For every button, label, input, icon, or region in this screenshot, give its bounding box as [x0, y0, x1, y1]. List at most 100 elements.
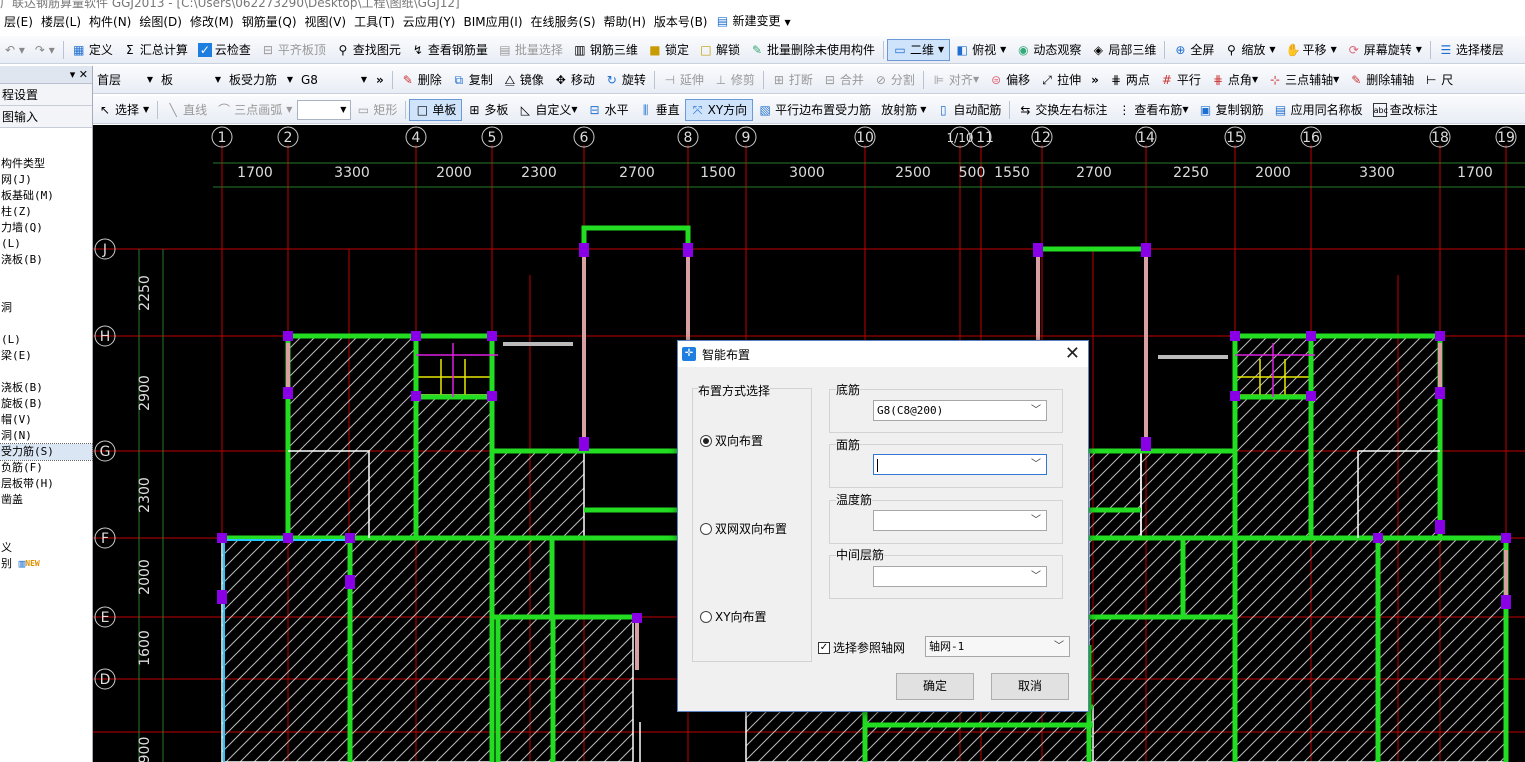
- split-button[interactable]: ⊘ 分割: [869, 69, 920, 91]
- parallel-axis-button[interactable]: # 平行: [1155, 69, 1206, 91]
- ok-button[interactable]: 确定: [896, 673, 974, 700]
- break-button[interactable]: ⊞ 打断: [767, 69, 818, 91]
- vertical-button[interactable]: ⫼ 垂直: [634, 99, 685, 121]
- local-3d-button[interactable]: ◈ 局部三维: [1086, 39, 1161, 61]
- type-dropdown[interactable]: 板受力筋 ▼: [225, 70, 297, 90]
- tree-item[interactable]: 构件类型: [0, 156, 92, 172]
- tree-item[interactable]: 凿盖: [0, 492, 92, 508]
- stretch-button[interactable]: ⤢ 拉伸: [1035, 69, 1086, 91]
- dimension-button[interactable]: ⊢ 尺: [1419, 69, 1458, 91]
- edit-labels-button[interactable]: abc 查改标注: [1368, 99, 1443, 121]
- xy-direction-button[interactable]: ⤧ XY方向: [684, 98, 754, 121]
- unlock-button[interactable]: □ 解锁: [694, 39, 745, 61]
- define-button[interactable]: ▦ 定义: [67, 39, 118, 61]
- tree-item[interactable]: 板基础(M): [0, 188, 92, 204]
- top-view-dropdown[interactable]: ◧ 俯视 ▼: [950, 39, 1011, 61]
- point-angle-dropdown[interactable]: ⋕ 点角 ▼: [1206, 69, 1263, 91]
- more-button[interactable]: »: [371, 69, 389, 91]
- tree-item[interactable]: [0, 364, 92, 380]
- menu-rebar-quantity[interactable]: 钢筋量(Q): [238, 10, 301, 34]
- align-slab-top-button[interactable]: ⊟ 平齐板顶: [256, 39, 331, 61]
- undo-button[interactable]: ↶ ▾: [0, 39, 30, 61]
- category-dropdown[interactable]: 板 ▼: [157, 70, 225, 90]
- summary-calc-button[interactable]: Σ 汇总计算: [118, 39, 193, 61]
- close-icon[interactable]: ✕: [1065, 343, 1080, 365]
- tab-project-settings[interactable]: 程设置: [0, 84, 92, 106]
- tree-item[interactable]: 梁(E): [0, 348, 92, 364]
- menu-version[interactable]: 版本号(B): [650, 10, 712, 34]
- view-2d-dropdown[interactable]: ▭ 二维 ▼: [886, 38, 951, 61]
- move-button[interactable]: ✥ 移动: [549, 69, 600, 91]
- menu-modify[interactable]: 修改(M): [186, 10, 238, 34]
- custom-dropdown[interactable]: ◺ 自定义 ▼: [513, 99, 582, 121]
- parallel-edge-rebar-button[interactable]: ▧ 平行边布置受力筋: [753, 99, 876, 121]
- tree-item[interactable]: 力墙(Q): [0, 220, 92, 236]
- tree-item[interactable]: 洞(N): [0, 428, 92, 444]
- menu-help[interactable]: 帮助(H): [600, 10, 650, 34]
- tree-item[interactable]: 浇板(B): [0, 252, 92, 268]
- redo-button[interactable]: ↷ ▾: [30, 39, 60, 61]
- zoom-dropdown[interactable]: ⚲ 缩放 ▼: [1219, 39, 1280, 61]
- menu-edit[interactable]: 层(E): [0, 10, 37, 34]
- two-point-axis-button[interactable]: ⋕ 两点: [1104, 69, 1155, 91]
- tree-item-slab-rebar[interactable]: 受力筋(S): [0, 443, 93, 461]
- cancel-button[interactable]: 取消: [991, 673, 1069, 700]
- rectangle-button[interactable]: ▭ 矩形: [351, 99, 402, 121]
- line-button[interactable]: ╲ 直线: [161, 99, 212, 121]
- tree-item[interactable]: 旋板(B): [0, 396, 92, 412]
- bottom-rebar-combo[interactable]: G8(C8@200) ﹀: [873, 400, 1047, 421]
- menu-online[interactable]: 在线服务(S): [527, 10, 600, 34]
- radio-double-net[interactable]: 双网双向布置: [700, 520, 787, 537]
- view-rebar-quantity-button[interactable]: ↯ 查看钢筋量: [406, 39, 493, 61]
- copy-rebar-button[interactable]: ▣ 复制钢筋: [1194, 99, 1269, 121]
- auto-rebar-button[interactable]: ▯ 自动配筋: [931, 99, 1006, 121]
- tree-item[interactable]: [0, 284, 92, 300]
- fullscreen-button[interactable]: ⊕ 全屏: [1168, 39, 1219, 61]
- extend-button[interactable]: ⊣ 延伸: [658, 69, 709, 91]
- tree-item[interactable]: (L): [0, 332, 92, 348]
- floor-dropdown[interactable]: 首层 ▼: [93, 70, 157, 90]
- tree-item[interactable]: 洞: [0, 300, 92, 316]
- tree-item[interactable]: [0, 316, 92, 332]
- delete-axis-button[interactable]: ✎ 删除辅轴: [1344, 69, 1419, 91]
- screen-rotate-dropdown[interactable]: ⟳ 屏幕旋转 ▼: [1342, 39, 1427, 61]
- view-rebar-dropdown[interactable]: ⋮ 查看布筋 ▼: [1112, 99, 1193, 121]
- top-rebar-combo[interactable]: ﹀: [873, 454, 1047, 475]
- menu-tools[interactable]: 工具(T): [350, 10, 399, 34]
- select-dropdown[interactable]: ↖ 选择 ▼: [93, 99, 154, 121]
- batch-delete-unused-button[interactable]: ✎ 批量删除未使用构件: [745, 39, 880, 61]
- dynamic-observe-button[interactable]: ◉ 动态观察: [1011, 39, 1086, 61]
- find-element-button[interactable]: ⚲ 查找图元: [331, 39, 406, 61]
- tree-item[interactable]: 网(J): [0, 172, 92, 188]
- menu-cloud[interactable]: 云应用(Y): [399, 10, 460, 34]
- menu-new-change[interactable]: ▤ 新建变更 ▼: [712, 10, 795, 34]
- multi-slab-button[interactable]: ⊞ 多板: [462, 99, 513, 121]
- rebar-3d-button[interactable]: ▥ 钢筋三维: [568, 39, 643, 61]
- ref-axis-checkbox[interactable]: ✓ 选择参照轴网: [818, 639, 905, 656]
- apply-same-slab-button[interactable]: ▤ 应用同名称板: [1269, 99, 1368, 121]
- trim-button[interactable]: ⊥ 修剪: [709, 69, 760, 91]
- menu-bim[interactable]: BIM应用(I): [459, 10, 526, 34]
- radio-bidirectional[interactable]: 双向布置: [700, 432, 763, 449]
- tab-drawing-input[interactable]: 图输入: [0, 106, 92, 128]
- radio-xy[interactable]: XY向布置: [700, 608, 767, 625]
- three-point-axis-dropdown[interactable]: ⊹ 三点辅轴 ▼: [1263, 69, 1344, 91]
- batch-select-button[interactable]: ▤ 批量选择: [493, 39, 568, 61]
- align-dropdown[interactable]: ⊫ 对齐 ▼: [927, 69, 984, 91]
- select-floor-button[interactable]: ☰ 选择楼层: [1434, 39, 1509, 61]
- tree-item[interactable]: 浇板(B): [0, 380, 92, 396]
- swap-labels-button[interactable]: ⇆ 交换左右标注: [1013, 99, 1112, 121]
- tree-item[interactable]: 负筋(F): [0, 460, 92, 476]
- menu-component[interactable]: 构件(N): [85, 10, 135, 34]
- arc-option-dropdown[interactable]: ▼: [297, 99, 352, 120]
- tree-item[interactable]: 柱(Z): [0, 204, 92, 220]
- middle-rebar-combo[interactable]: ﹀: [873, 566, 1047, 587]
- pan-dropdown[interactable]: ✋ 平移 ▼: [1281, 39, 1342, 61]
- delete-button[interactable]: ✎ 删除: [396, 69, 447, 91]
- cloud-check-button[interactable]: ✓ 云检查: [193, 39, 256, 61]
- name-dropdown[interactable]: G8 ▼: [297, 70, 371, 90]
- mirror-button[interactable]: ⧋ 镜像: [498, 69, 549, 91]
- tree-item[interactable]: 义: [0, 540, 92, 556]
- more-button-2[interactable]: »: [1086, 69, 1104, 91]
- tree-item[interactable]: [0, 268, 92, 284]
